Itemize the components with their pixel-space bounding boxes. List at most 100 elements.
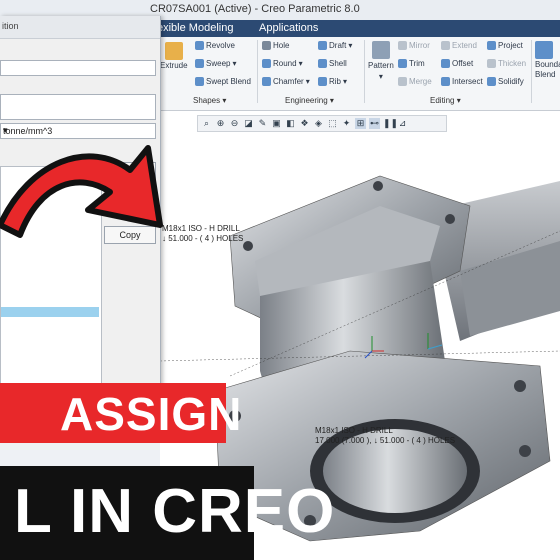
bolt-hole: [519, 445, 531, 457]
extrude-icon: [164, 42, 183, 60]
group-label-engineering: Engineering ▾: [285, 96, 334, 105]
swept-blend-button[interactable]: Swept Blend: [195, 77, 251, 86]
overlay-text-line1: ASSIGN: [60, 388, 243, 440]
intersect-button[interactable]: Intersect: [441, 77, 483, 86]
project-button[interactable]: Project: [487, 41, 523, 50]
hole-note-bottom-line2: 17.000 (7.000 ), ↓ 51.000 - ( 4 ) HOLES: [315, 436, 456, 445]
draft-icon: [318, 41, 327, 50]
rib-button[interactable]: Rib ▾: [318, 77, 347, 86]
chevron-down-icon: ▾: [305, 77, 310, 86]
swept-blend-label: Swept Blend: [206, 77, 251, 86]
list-item-selected[interactable]: [1, 307, 99, 317]
extend-label: Extend: [452, 41, 477, 50]
divider: [257, 40, 258, 103]
boundary-blend-label: Bounda: [535, 60, 560, 69]
chevron-down-icon: ▾: [232, 59, 237, 68]
project-label: Project: [498, 41, 523, 50]
mirror-icon: [398, 41, 407, 50]
shell-label: Shell: [329, 59, 347, 68]
group-label-shapes: Shapes ▾: [193, 96, 227, 105]
group-label-editing: Editing ▾: [430, 96, 461, 105]
offset-button[interactable]: Offset: [441, 59, 473, 68]
hole-note-top-line2: ↓ 51.000 - ( 4 ) HOLES: [162, 234, 244, 243]
revolve-label: Revolve: [206, 41, 235, 50]
hole-icon: [262, 41, 271, 50]
overlay-banner-top: ASSIGN: [0, 383, 241, 443]
bolt-hole: [445, 214, 455, 224]
chamfer-button[interactable]: Chamfer ▾: [262, 77, 310, 86]
round-button[interactable]: Round ▾: [262, 59, 303, 68]
rib-label: Rib: [329, 77, 342, 86]
hole-note-top[interactable]: M18x1 ISO - H DRILL ↓ 51.000 - ( 4 ) HOL…: [162, 224, 243, 244]
boundary-blend-label-2: Blend: [535, 70, 556, 79]
pattern-label: Pattern: [368, 61, 394, 70]
divider: [364, 40, 365, 103]
chevron-down-icon: ▾: [343, 77, 348, 86]
chamfer-label: Chamfer: [273, 77, 304, 86]
swept-blend-icon: [195, 77, 204, 86]
sweep-label: Sweep: [206, 59, 231, 68]
dialog-title: ition: [2, 21, 19, 31]
pattern-button[interactable]: Pattern ▾: [368, 41, 394, 81]
intersect-label: Intersect: [452, 77, 483, 86]
extend-icon: [441, 41, 450, 50]
solidify-icon: [487, 77, 496, 86]
pattern-icon: [371, 41, 390, 59]
thicken-label: Thicken: [498, 59, 527, 68]
round-icon: [262, 59, 271, 68]
trim-icon: [398, 59, 407, 68]
trim-label: Trim: [409, 59, 425, 68]
ribbon: Extrude Revolve Sweep ▾ Swept Blend Shap…: [155, 37, 560, 111]
hole-note-top-line1: M18x1 ISO - H DRILL: [162, 224, 240, 233]
bolt-hole: [373, 181, 383, 191]
ribbon-tabs: exible Modeling Applications: [155, 20, 560, 37]
tab-applications[interactable]: Applications: [259, 22, 318, 34]
tab-flexible-modeling[interactable]: exible Modeling: [157, 22, 233, 34]
sweep-button[interactable]: Sweep ▾: [195, 59, 236, 68]
divider: [531, 40, 532, 103]
hole-label: Hole: [273, 41, 290, 50]
chevron-down-icon: ▾: [348, 41, 353, 50]
offset-icon: [441, 59, 450, 68]
chamfer-icon: [262, 77, 271, 86]
thicken-icon: [487, 59, 496, 68]
dialog-title-bar: ition: [0, 16, 160, 39]
sweep-icon: [195, 59, 204, 68]
extend-button[interactable]: Extend: [441, 41, 477, 50]
merge-icon: [398, 77, 407, 86]
project-icon: [487, 41, 496, 50]
hole-note-bottom-line1: M18x1 ISO - H DRILL: [315, 426, 393, 435]
solidify-button[interactable]: Solidify: [487, 77, 524, 86]
extrude-label: Extrude: [160, 61, 188, 70]
rib-icon: [318, 77, 327, 86]
shell-button[interactable]: Shell: [318, 59, 347, 68]
hole-note-bottom[interactable]: M18x1 ISO - H DRILL 17.000 (7.000 ), ↓ 5…: [315, 426, 455, 446]
round-label: Round: [273, 59, 297, 68]
boundary-blend-icon: [535, 41, 553, 59]
overlay-banner-bottom: L IN CREO: [0, 466, 334, 560]
trim-button[interactable]: Trim: [398, 59, 425, 68]
revolve-icon: [195, 41, 204, 50]
chevron-down-icon: ▾: [298, 59, 303, 68]
revolve-button[interactable]: Revolve: [195, 41, 235, 50]
chevron-down-icon: ▾: [378, 72, 383, 81]
shell-icon: [318, 59, 327, 68]
arrow-icon: [0, 145, 163, 238]
boundary-blend-button[interactable]: Bounda Blend: [535, 41, 560, 79]
mirror-label: Mirror: [409, 41, 430, 50]
merge-button[interactable]: Merge: [398, 77, 432, 86]
overlay-text-line2: L IN CREO: [14, 477, 336, 546]
merge-label: Merge: [409, 77, 432, 86]
hole-button[interactable]: Hole: [262, 41, 289, 50]
draft-label: Draft: [329, 41, 347, 50]
offset-label: Offset: [452, 59, 474, 68]
draft-button[interactable]: Draft ▾: [318, 41, 352, 50]
thicken-button[interactable]: Thicken: [487, 59, 526, 68]
name-field[interactable]: [0, 60, 156, 76]
solidify-label: Solidify: [498, 77, 524, 86]
window-title: CR07SA001 (Active) - Creo Parametric 8.0: [150, 3, 360, 15]
intersect-icon: [441, 77, 450, 86]
extrude-button[interactable]: Extrude: [160, 42, 188, 70]
mirror-button[interactable]: Mirror: [398, 41, 430, 50]
description-field[interactable]: [0, 94, 156, 120]
